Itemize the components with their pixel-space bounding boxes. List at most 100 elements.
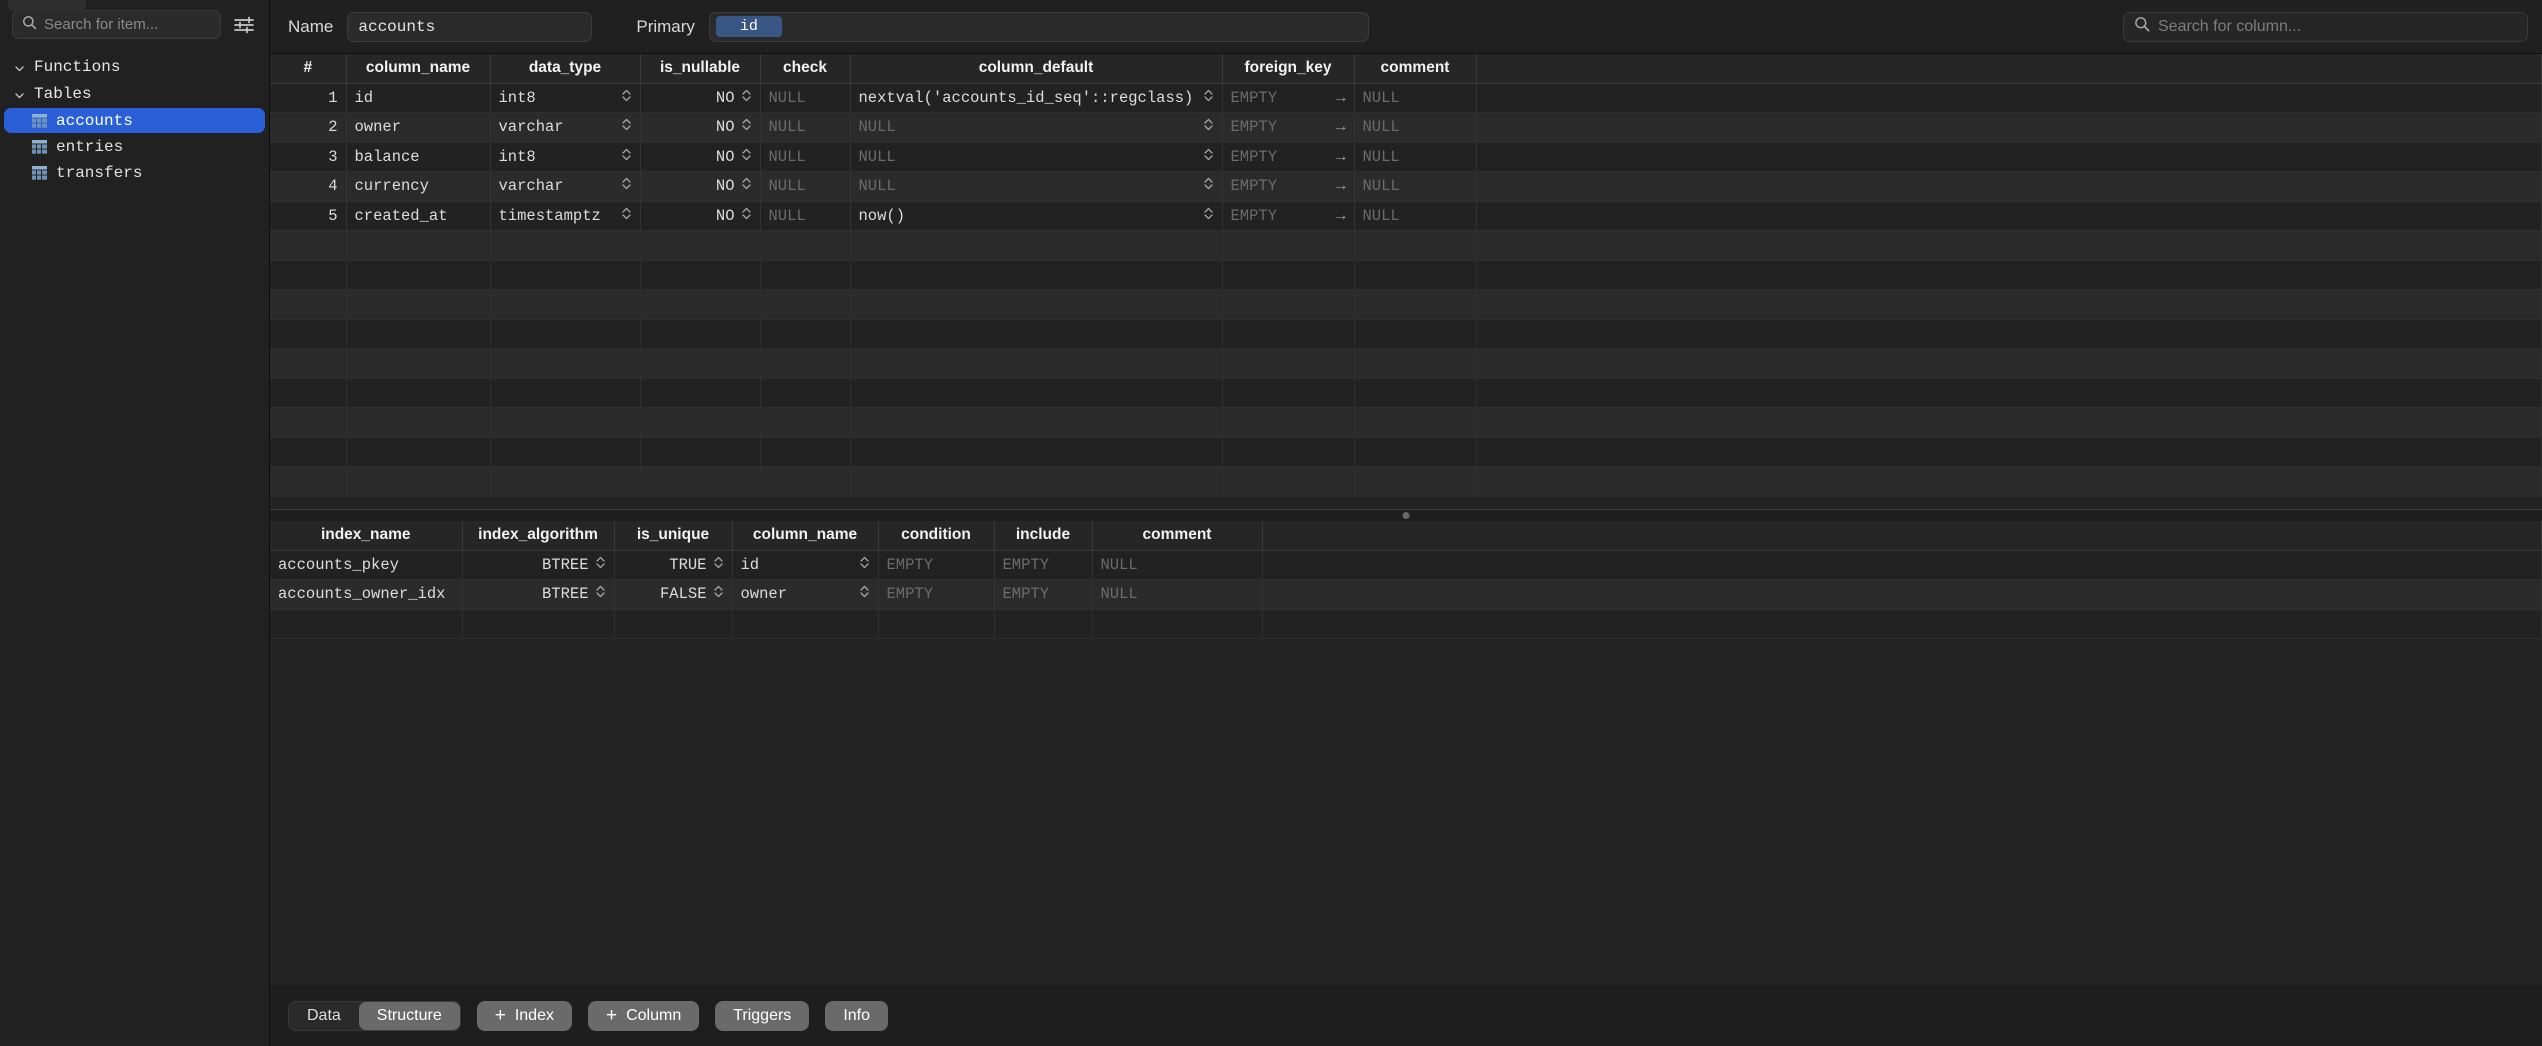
sidebar-item-entries[interactable]: entries [4, 134, 265, 159]
cell-empty[interactable] [850, 260, 1223, 290]
cell-data-type[interactable]: int8 [490, 83, 641, 113]
cell-empty[interactable] [850, 466, 1223, 497]
cell-foreign-key[interactable]: EMPTY → [1222, 142, 1355, 172]
cell-empty[interactable] [994, 609, 1093, 639]
cell-empty[interactable] [640, 289, 761, 320]
cell-num[interactable]: 2 [270, 112, 347, 143]
idx-header-index-algorithm[interactable]: index_algorithm [462, 521, 615, 551]
stepper-icon[interactable] [615, 116, 632, 138]
info-button[interactable]: Info [825, 1000, 888, 1031]
idx-header-comment[interactable]: comment [1092, 521, 1263, 551]
cell-empty[interactable] [850, 437, 1223, 467]
splitter-handle[interactable] [1402, 512, 1410, 519]
arrow-right-icon[interactable]: → [1336, 177, 1346, 195]
cell-empty[interactable] [1476, 319, 2542, 349]
index-row[interactable]: accounts_pkey BTREE TRUE id EMPTY EMPTY NULL [270, 550, 2542, 580]
col-header-foreign-key[interactable]: foreign_key [1222, 54, 1355, 84]
cell-empty[interactable] [640, 319, 761, 349]
primary-key-chip[interactable]: id [715, 16, 782, 37]
col-header-column-default[interactable]: column_default [850, 54, 1223, 84]
table-row-empty[interactable] [270, 319, 2542, 349]
cell-filler[interactable] [1262, 550, 2542, 580]
cell-empty[interactable] [1354, 466, 1477, 497]
cell-column-default[interactable]: NULL [850, 112, 1223, 143]
cell-empty[interactable] [640, 260, 761, 290]
cell-empty[interactable] [346, 260, 491, 290]
table-row-empty[interactable] [270, 289, 2542, 320]
cell-is-nullable[interactable]: NO [640, 112, 761, 143]
cell-foreign-key[interactable]: EMPTY → [1222, 171, 1355, 202]
arrow-right-icon[interactable]: → [1336, 89, 1346, 107]
cell-index-name[interactable]: accounts_owner_idx [270, 579, 463, 610]
cell-empty[interactable] [760, 466, 851, 497]
idx-header-column-name[interactable]: column_name [732, 521, 879, 551]
cell-empty[interactable] [270, 437, 347, 467]
cell-column-name[interactable]: id [346, 83, 491, 113]
stepper-icon[interactable] [589, 554, 606, 576]
stepper-icon[interactable] [615, 205, 632, 227]
sidebar-item-accounts[interactable]: accounts [4, 108, 265, 133]
table-row-empty[interactable] [270, 378, 2542, 408]
cell-index-column-name[interactable]: id [732, 550, 879, 580]
sliders-icon[interactable] [231, 14, 257, 36]
arrow-right-icon[interactable]: → [1336, 118, 1346, 136]
cell-foreign-key[interactable]: EMPTY → [1222, 201, 1355, 231]
cell-empty[interactable] [1222, 260, 1355, 290]
arrow-right-icon[interactable]: → [1336, 148, 1346, 166]
stepper-icon[interactable] [735, 146, 752, 168]
cell-index-name[interactable]: accounts_pkey [270, 550, 463, 580]
cell-empty[interactable] [270, 466, 347, 497]
stepper-icon[interactable] [707, 583, 724, 605]
tree-group-functions[interactable]: Functions [0, 53, 269, 80]
table-row-empty[interactable] [270, 260, 2542, 290]
idx-header-condition[interactable]: condition [878, 521, 995, 551]
cell-check[interactable]: NULL [760, 142, 851, 172]
cell-empty[interactable] [760, 348, 851, 379]
cell-empty[interactable] [1222, 466, 1355, 497]
cell-filler[interactable] [1476, 112, 2542, 143]
cell-column-default[interactable]: nextval('accounts_id_seq'::regclass) [850, 83, 1223, 113]
cell-empty[interactable] [1354, 437, 1477, 467]
stepper-icon[interactable] [735, 87, 752, 109]
index-row[interactable]: accounts_owner_idx BTREE FALSE owner EMPTY EM… [270, 579, 2542, 610]
cell-empty[interactable] [1476, 260, 2542, 290]
cell-empty[interactable] [462, 609, 615, 639]
cell-empty[interactable] [1222, 230, 1355, 261]
primary-key-input[interactable]: id [708, 11, 1369, 42]
cell-empty[interactable] [760, 230, 851, 261]
cell-empty[interactable] [614, 609, 733, 639]
cell-empty[interactable] [760, 437, 851, 467]
item-search-input[interactable]: Search for item... [12, 10, 221, 39]
grid-splitter[interactable] [270, 509, 2542, 521]
cell-empty[interactable] [1354, 378, 1477, 408]
stepper-icon[interactable] [1197, 175, 1214, 197]
cell-is-nullable[interactable]: NO [640, 83, 761, 113]
cell-empty[interactable] [270, 230, 347, 261]
cell-empty[interactable] [760, 260, 851, 290]
sidebar-item-transfers[interactable]: transfers [4, 160, 265, 185]
cell-empty[interactable] [490, 437, 641, 467]
col-header-data-type[interactable]: data_type [490, 54, 641, 84]
cell-empty[interactable] [640, 378, 761, 408]
table-row[interactable]: 1 id int8 NO NULL nextval('accounts_id_seq'::… [270, 83, 2542, 113]
cell-include[interactable]: EMPTY [994, 550, 1093, 580]
cell-empty[interactable] [732, 609, 879, 639]
cell-empty[interactable] [346, 407, 491, 438]
cell-empty[interactable] [346, 230, 491, 261]
col-header-column-name[interactable]: column_name [346, 54, 491, 84]
cell-empty[interactable] [1476, 289, 2542, 320]
cell-empty[interactable] [640, 466, 761, 497]
add-index-button[interactable]: + Index [476, 1000, 572, 1031]
cell-empty[interactable] [270, 609, 463, 639]
cell-index-algorithm[interactable]: BTREE [462, 579, 615, 610]
cell-empty[interactable] [1222, 378, 1355, 408]
cell-empty[interactable] [640, 230, 761, 261]
tab-data[interactable]: Data [289, 1002, 359, 1030]
table-row-empty[interactable] [270, 437, 2542, 467]
stepper-icon[interactable] [735, 175, 752, 197]
cell-empty[interactable] [346, 348, 491, 379]
cell-num[interactable]: 3 [270, 142, 347, 172]
cell-empty[interactable] [490, 466, 641, 497]
cell-empty[interactable] [850, 407, 1223, 438]
cell-empty[interactable] [270, 407, 347, 438]
